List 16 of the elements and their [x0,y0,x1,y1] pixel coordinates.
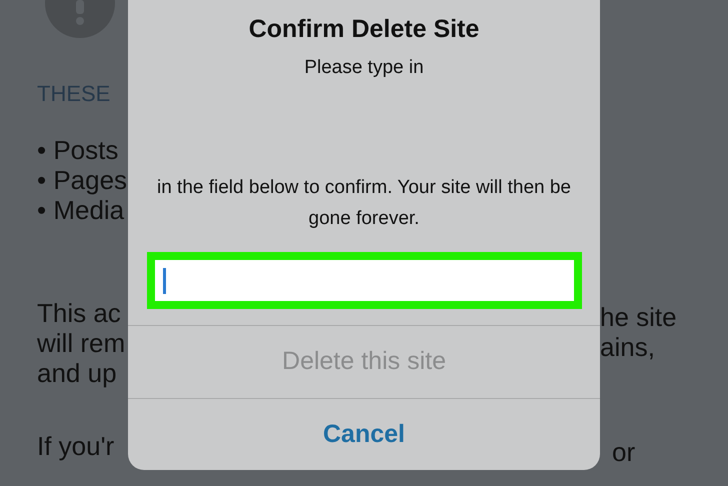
paragraph-line: This ac [37,298,122,328]
paragraph-line: and up [37,358,118,388]
dialog-title: Confirm Delete Site [248,15,480,44]
dialog-message: Please type in [304,56,424,80]
paragraph-line: If you'r [37,431,116,461]
paragraph-line: will rem [37,328,126,358]
input-field[interactable] [146,252,582,310]
paragraph-line: he site [600,302,678,332]
text-cursor [162,268,166,294]
cancel-button[interactable]: Cancel [128,398,600,470]
paragraph-line: or [612,437,636,467]
paragraph-line: ains, [600,332,656,362]
dialog-message: in the field below to confirm. Your site will then be gone forever. [156,176,572,231]
list-item: • Media [37,195,126,225]
list-item: • Pages [37,165,128,195]
list-item: • Posts [37,135,120,165]
